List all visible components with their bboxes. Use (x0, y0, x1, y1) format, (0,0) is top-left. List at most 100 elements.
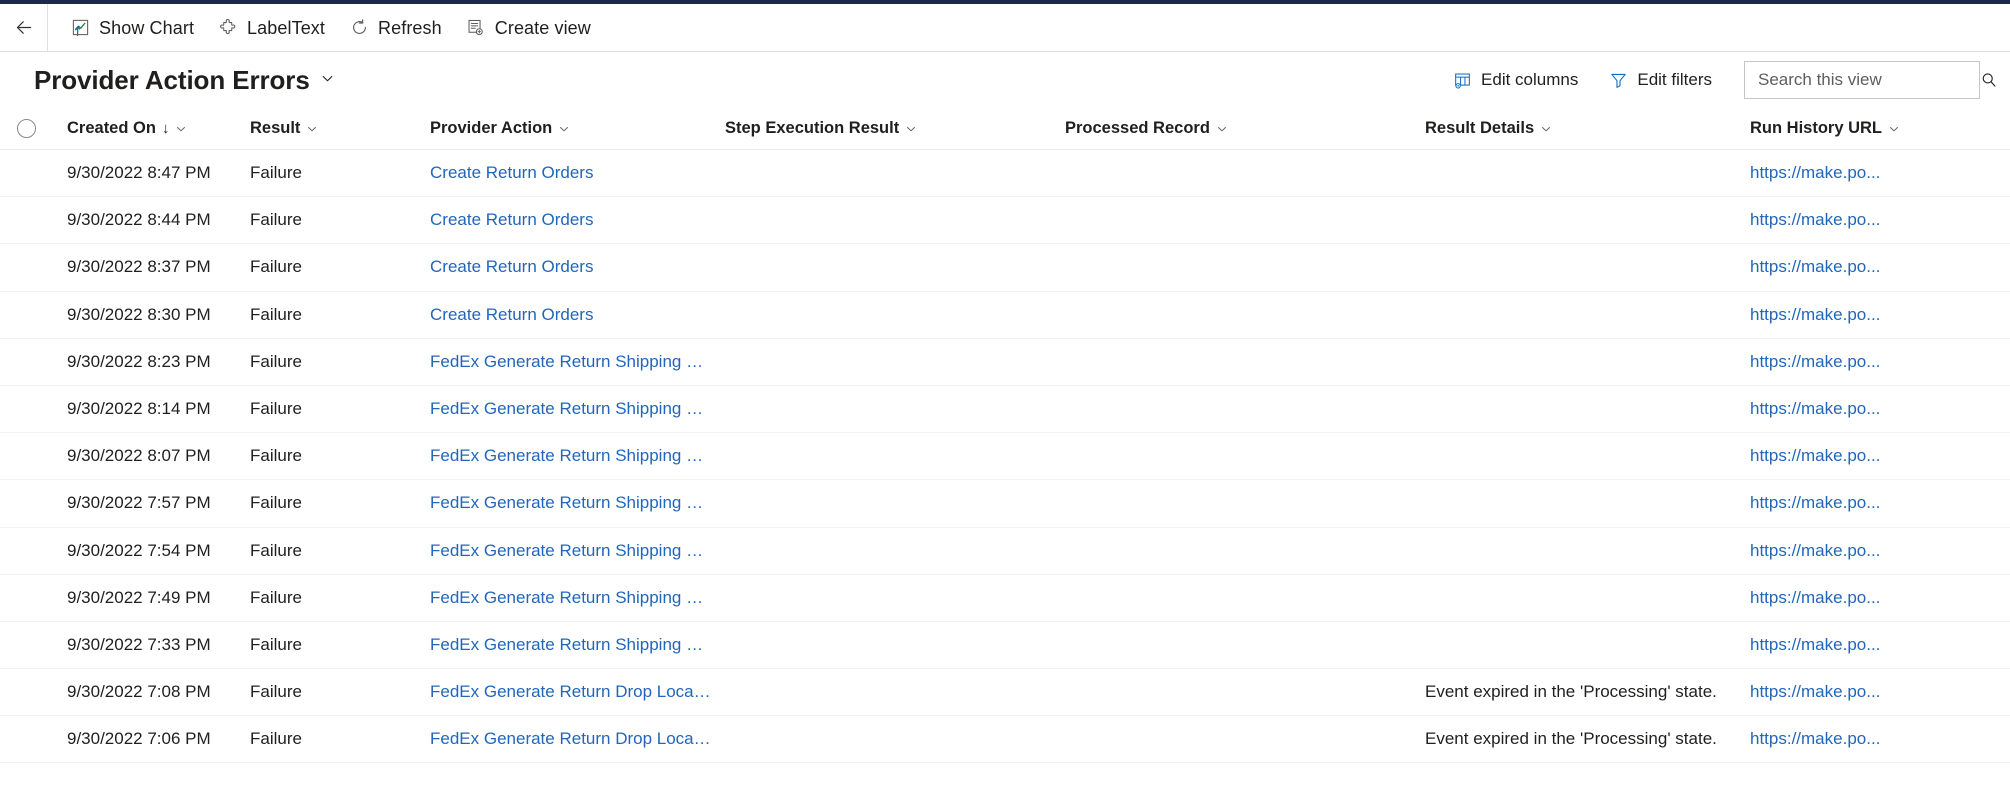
cell-provider-action[interactable]: Create Return Orders (430, 257, 725, 277)
cell-created-on: 9/30/2022 7:08 PM (67, 682, 211, 702)
column-header-run-history-url-label: Run History URL (1750, 119, 1882, 137)
table-row[interactable]: 9/30/2022 7:49 PM Failure FedEx Generate R… (0, 574, 2010, 622)
cell-run-history-url[interactable]: https://make.po... (1750, 493, 2010, 513)
column-header-processed-record-label: Processed Record (1065, 119, 1210, 137)
page-title: Provider Action Errors (34, 64, 310, 95)
cell-provider-action[interactable]: Create Return Orders (430, 210, 725, 230)
view-title-bar: Provider Action Errors Edit columns Edit… (0, 52, 2010, 108)
cell-provider-action[interactable]: FedEx Generate Return Shipping La... (430, 635, 725, 655)
table-row[interactable]: 9/30/2022 8:14 PM Failure FedEx Generate R… (0, 385, 2010, 434)
back-button[interactable] (0, 4, 48, 51)
puzzle-piece-icon (218, 18, 238, 38)
table-row[interactable]: 9/30/2022 7:08 PM Failure FedEx Generate R… (0, 669, 2010, 717)
view-selector[interactable]: Provider Action Errors (34, 66, 335, 95)
cell-result: Failure (250, 682, 302, 702)
cell-created-on: 9/30/2022 8:23 PM (67, 351, 211, 371)
cell-provider-action[interactable]: Create Return Orders (430, 305, 725, 325)
cell-created-on: 9/30/2022 7:33 PM (67, 634, 211, 654)
refresh-button[interactable]: Refresh (337, 8, 454, 48)
show-chart-button[interactable]: Show Chart (58, 8, 206, 48)
chevron-down-icon[interactable] (1540, 123, 1552, 137)
chevron-down-icon[interactable] (905, 123, 917, 137)
cell-provider-action[interactable]: FedEx Generate Return Drop Locati... (430, 729, 725, 749)
labeltext-label: LabelText (247, 17, 326, 38)
cell-run-history-url[interactable]: https://make.po... (1750, 729, 2010, 749)
column-header-step-execution-result[interactable]: Step Execution Result (725, 119, 1065, 138)
create-view-button[interactable]: Create view (454, 8, 603, 48)
column-header-created-on-label: Created On (67, 119, 156, 137)
table-row[interactable]: 9/30/2022 7:06 PM Failure FedEx Generate R… (0, 716, 2010, 764)
cell-provider-action[interactable]: FedEx Generate Return Shipping La... (430, 352, 725, 372)
cell-result: Failure (250, 163, 302, 183)
column-header-processed-record[interactable]: Processed Record (1065, 119, 1425, 138)
cell-created-on: 9/30/2022 8:47 PM (67, 163, 211, 183)
chevron-down-icon[interactable] (558, 123, 570, 137)
edit-filters-button[interactable]: Edit filters (1596, 61, 1724, 99)
cell-run-history-url[interactable]: https://make.po... (1750, 305, 2010, 325)
cell-run-history-url[interactable]: https://make.po... (1750, 588, 2010, 608)
cell-run-history-url[interactable]: https://make.po... (1750, 163, 2010, 183)
cell-provider-action[interactable]: FedEx Generate Return Shipping La... (430, 541, 725, 561)
labeltext-button[interactable]: LabelText (206, 8, 337, 48)
chevron-down-icon[interactable] (1216, 123, 1228, 137)
grid-header-row: Created On ↓ Result Provider Action Step… (0, 108, 2010, 150)
table-row[interactable]: 9/30/2022 8:30 PM Failure Create Return Or… (0, 291, 2010, 339)
cell-created-on: 9/30/2022 8:37 PM (67, 257, 211, 277)
view-actions: Edit columns Edit filters (1440, 61, 1996, 99)
table-row[interactable]: 9/30/2022 8:23 PM Failure FedEx Generate R… (0, 338, 2010, 386)
cell-run-history-url[interactable]: https://make.po... (1750, 446, 2010, 466)
cell-created-on: 9/30/2022 8:14 PM (67, 399, 211, 419)
cell-result: Failure (250, 587, 302, 607)
column-header-result-details-label: Result Details (1425, 119, 1535, 137)
column-header-result-details[interactable]: Result Details (1425, 119, 1750, 138)
cell-provider-action[interactable]: FedEx Generate Return Drop Locati... (430, 682, 725, 702)
table-row[interactable]: 9/30/2022 7:57 PM Failure FedEx Generate R… (0, 480, 2010, 528)
cell-run-history-url[interactable]: https://make.po... (1750, 399, 2010, 419)
cell-provider-action[interactable]: FedEx Generate Return Shipping La... (430, 588, 725, 608)
command-bar: Show Chart LabelText Refresh Create view (0, 4, 2010, 52)
cell-result-details: Event expired in the 'Processing' state. (1425, 729, 1717, 749)
cell-run-history-url[interactable]: https://make.po... (1750, 635, 2010, 655)
cell-result: Failure (250, 446, 302, 466)
table-row[interactable]: 9/30/2022 7:54 PM Failure FedEx Generate R… (0, 527, 2010, 575)
cell-result: Failure (250, 257, 302, 277)
chevron-down-icon[interactable] (306, 123, 318, 137)
table-row[interactable]: 9/30/2022 8:37 PM Failure Create Return Or… (0, 244, 2010, 292)
app-root: Show Chart LabelText Refresh Create view… (0, 0, 2010, 785)
cell-run-history-url[interactable]: https://make.po... (1750, 210, 2010, 230)
table-row[interactable]: 9/30/2022 8:44 PM Failure Create Return Or… (0, 197, 2010, 245)
search-input[interactable] (1758, 70, 1979, 90)
chevron-down-icon[interactable] (175, 123, 187, 137)
cell-provider-action[interactable]: FedEx Generate Return Shipping La... (430, 446, 725, 466)
table-row[interactable]: 9/30/2022 7:33 PM Failure FedEx Generate R… (0, 621, 2010, 670)
cell-created-on: 9/30/2022 7:54 PM (67, 540, 211, 560)
cell-result: Failure (250, 304, 302, 324)
chevron-down-icon[interactable] (1888, 123, 1900, 137)
cell-run-history-url[interactable]: https://make.po... (1750, 257, 2010, 277)
back-arrow-icon (14, 18, 34, 38)
select-all-checkbox[interactable] (16, 119, 36, 138)
column-header-run-history-url[interactable]: Run History URL (1750, 119, 2010, 138)
cell-provider-action[interactable]: Create Return Orders (430, 163, 725, 183)
column-header-created-on[interactable]: Created On ↓ (52, 119, 250, 138)
search-view-box[interactable] (1744, 61, 1996, 99)
column-header-result[interactable]: Result (250, 119, 430, 138)
cell-created-on: 9/30/2022 8:07 PM (67, 446, 211, 466)
cell-created-on: 9/30/2022 8:44 PM (67, 210, 211, 230)
table-row[interactable]: 9/30/2022 8:07 PM Failure FedEx Generate R… (0, 433, 2010, 481)
grid-body: 9/30/2022 8:47 PM Failure Create Return Or… (0, 150, 2010, 764)
table-row[interactable]: 9/30/2022 8:47 PM Failure Create Return Or… (0, 150, 2010, 198)
cell-result: Failure (250, 634, 302, 654)
search-icon[interactable] (1979, 70, 1999, 90)
column-header-provider-action[interactable]: Provider Action (430, 119, 725, 138)
edit-columns-button[interactable]: Edit columns (1440, 61, 1590, 99)
cell-run-history-url[interactable]: https://make.po... (1750, 682, 2010, 702)
column-header-result-label: Result (250, 119, 301, 137)
cell-run-history-url[interactable]: https://make.po... (1750, 352, 2010, 372)
cell-provider-action[interactable]: FedEx Generate Return Shipping La... (430, 399, 725, 419)
cell-created-on: 9/30/2022 7:49 PM (67, 587, 211, 607)
sort-ascending-icon: ↓ (161, 120, 170, 137)
cell-run-history-url[interactable]: https://make.po... (1750, 541, 2010, 561)
select-all-cell[interactable] (0, 119, 52, 138)
cell-provider-action[interactable]: FedEx Generate Return Shipping La... (430, 493, 725, 513)
